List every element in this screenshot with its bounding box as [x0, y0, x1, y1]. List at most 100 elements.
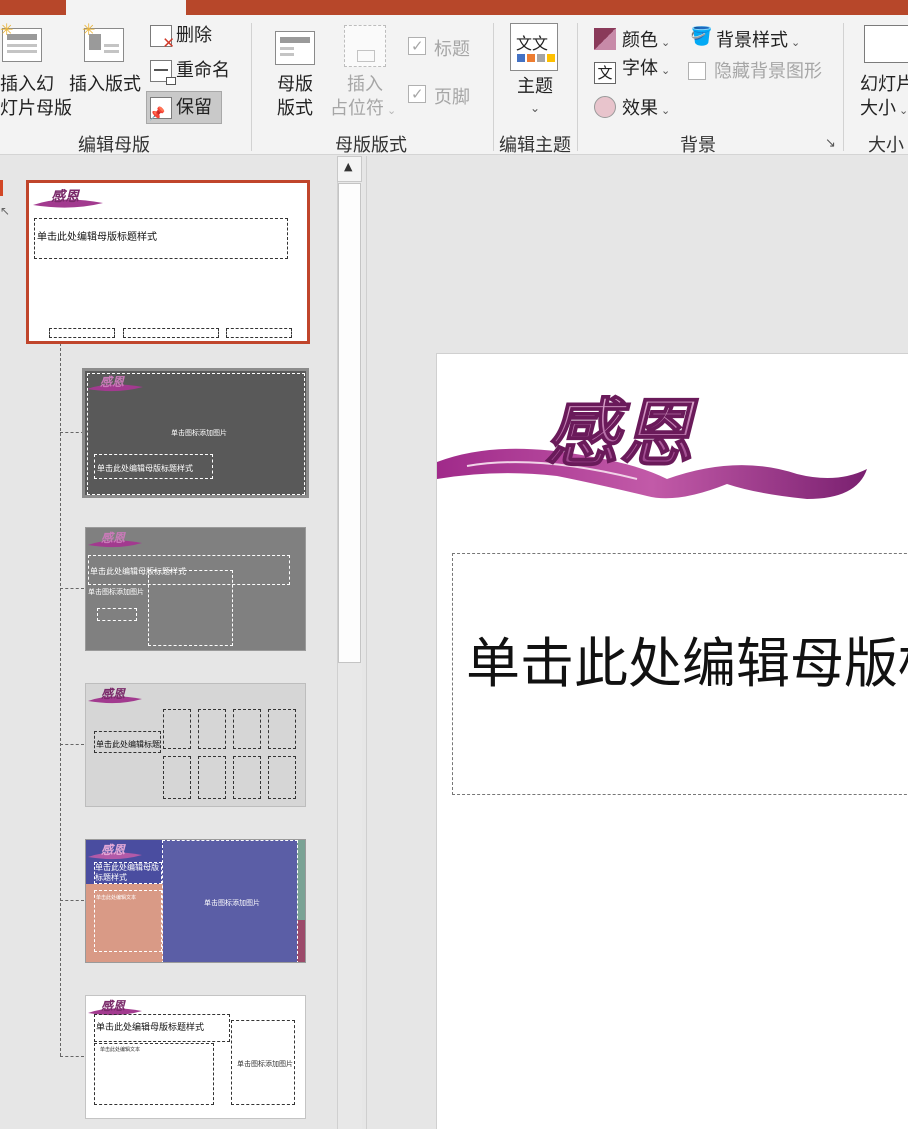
pushpin-icon: 📌: [149, 97, 172, 122]
picture-hint: 单击图标添加图片: [237, 1060, 293, 1068]
title-checkbox[interactable]: 标题: [408, 35, 470, 61]
slide-title[interactable]: 单击此处编辑母版标题样式: [466, 632, 908, 696]
fonts-icon: 文: [594, 62, 616, 84]
separator: [251, 23, 252, 151]
footer-placeholder: [123, 328, 219, 338]
title-checkbox-box[interactable]: [408, 35, 426, 57]
insert-layout-label[interactable]: 插入版式: [69, 74, 141, 96]
ribbon: ✳ 插入幻 灯片母版 ✳ 插入版式 ✕ 删除 重命名 📌 保留 编辑母版 母版 …: [0, 15, 908, 156]
themes-dropdown-chevron[interactable]: ⌄: [530, 97, 540, 119]
layout-thumbnail-2[interactable]: 感恩 单击图标添加图片 单击此处编辑母版标题样式: [82, 368, 309, 498]
effects-dropdown[interactable]: 效果 ⌄: [594, 92, 670, 122]
delete-label: 删除: [176, 25, 212, 46]
thumbnail-title: 单击此处编辑母版标题样式: [95, 863, 159, 882]
paint-bucket-icon: 🪣: [690, 26, 713, 47]
thumbnail-title: 单击此处编辑标题: [96, 740, 160, 749]
picture-placeholder: [198, 709, 226, 749]
footer-checkbox-box[interactable]: [408, 83, 426, 105]
connector-line: [60, 744, 84, 745]
footer-checkbox[interactable]: 页脚: [408, 83, 470, 109]
insert-slide-master-label-2[interactable]: 灯片母版: [0, 98, 72, 120]
connector-line: [60, 588, 84, 589]
insert-placeholder-label-1[interactable]: 插入: [347, 74, 383, 96]
tab-slide-master[interactable]: [66, 0, 186, 15]
insert-layout-icon[interactable]: ✳: [82, 20, 124, 62]
hide-background-checkbox[interactable]: 隐藏背景图形: [688, 59, 822, 83]
slide-master-thumbnail[interactable]: 感恩 单击此处编辑母版标题样式: [26, 180, 310, 344]
picture-hint: 单击图标添加图片: [204, 899, 260, 907]
selection-marker: [0, 180, 3, 196]
layout-thumbnail-5[interactable]: 感恩 单击图标添加图片 单击此处编辑母版标题样式 单击此处编辑文本: [85, 839, 306, 963]
group-label-edit-theme: 编辑主题: [499, 135, 571, 156]
master-layout-icon[interactable]: [275, 31, 315, 65]
group-label-size: 大小: [868, 135, 904, 156]
slide-number-placeholder: [226, 328, 292, 338]
title-bar-strip: [0, 0, 908, 15]
separator: [843, 23, 844, 151]
rename-button[interactable]: 重命名: [150, 56, 230, 86]
insert-slide-master-label-1[interactable]: 插入幻: [0, 74, 54, 96]
master-layout-label-1[interactable]: 母版: [277, 74, 313, 96]
layout-thumbnail-3[interactable]: 感恩 单击此处编辑母版标题样式 单击图标添加图片: [85, 527, 306, 651]
picture-placeholder: [148, 570, 233, 646]
insert-placeholder-label-2[interactable]: 占位符 ⌄: [330, 98, 396, 122]
logo-icon: 感恩: [88, 531, 142, 548]
pane-divider[interactable]: [366, 156, 367, 1129]
insert-slide-master-icon[interactable]: ✳: [0, 20, 42, 62]
hide-background-checkbox-box[interactable]: [688, 62, 706, 80]
preserve-inner[interactable]: 📌 保留: [149, 93, 212, 123]
background-styles-dropdown[interactable]: 🪣 背景样式 ⌄: [688, 24, 800, 54]
slide-size-icon[interactable]: [864, 25, 908, 63]
rename-label: 重命名: [176, 60, 230, 81]
group-label-master-layout: 母版版式: [335, 135, 407, 156]
themes-label[interactable]: 主题: [517, 76, 553, 98]
picture-placeholder: [233, 756, 261, 799]
layout-thumbnail-6[interactable]: 感恩 单击此处编辑母版标题样式 单击此处编辑文本 单击图标添加图片: [85, 995, 306, 1119]
svg-text:感恩: 感恩: [101, 999, 126, 1013]
layout-thumbnail-4[interactable]: 感恩 单击此处编辑标题: [85, 683, 306, 807]
svg-text:感恩: 感恩: [101, 843, 126, 857]
logo-graphic: 感恩: [437, 390, 867, 499]
master-layout-label-2[interactable]: 版式: [277, 98, 313, 120]
picture-placeholder: [198, 756, 226, 799]
picture-placeholder: [233, 709, 261, 749]
date-placeholder: [49, 328, 115, 338]
scroll-up-button[interactable]: ▲: [337, 156, 362, 182]
picture-placeholder: [163, 709, 191, 749]
separator: [577, 23, 578, 151]
delete-icon: ✕: [150, 25, 175, 52]
svg-text:感恩: 感恩: [101, 531, 126, 545]
scrollbar-thumb[interactable]: [338, 183, 361, 663]
themes-icon[interactable]: 文文: [510, 23, 558, 71]
picture-hint: 单击图标添加图片: [171, 429, 227, 437]
picture-placeholder: [268, 756, 296, 799]
format-background-launcher-icon[interactable]: ↘: [825, 133, 836, 155]
fonts-dropdown[interactable]: 文字体 ⌄: [594, 58, 670, 84]
thumbnail-title: 单击此处编辑母版标题样式: [37, 232, 157, 243]
slide-canvas[interactable]: 感恩 单击此处编辑母版标题样式: [436, 353, 908, 1129]
insert-placeholder-icon[interactable]: [344, 25, 386, 67]
thumbnail-title: 单击此处编辑母版标题样式: [96, 1023, 205, 1033]
triangle-up-icon: ▲: [344, 160, 353, 173]
text-hint: 单击此处编辑文本: [96, 895, 137, 901]
group-label-background: 背景: [680, 135, 716, 156]
logo-icon: 感恩: [88, 843, 142, 860]
connector-line: [60, 343, 61, 1056]
svg-text:感恩: 感恩: [101, 687, 126, 701]
text-hint: 单击此处编辑文本: [100, 1047, 141, 1053]
connector-line: [60, 432, 84, 433]
slide-size-label-1[interactable]: 幻灯片: [860, 74, 908, 96]
picture-placeholder: [163, 756, 191, 799]
slide-size-label-2[interactable]: 大小 ⌄: [860, 98, 908, 122]
title-placeholder[interactable]: 单击此处编辑母版标题样式: [452, 553, 908, 795]
colors-dropdown[interactable]: 颜色 ⌄: [594, 24, 670, 54]
pointer-icon: ↖: [0, 204, 11, 218]
preserve-label: 保留: [176, 97, 212, 118]
logo-icon: 感恩: [88, 687, 142, 704]
colors-icon: [594, 28, 616, 50]
svg-text:感恩: 感恩: [545, 391, 699, 477]
thumbnail-subtitle: 单击图标添加图片: [88, 588, 144, 596]
effects-icon: [594, 96, 616, 118]
connector-line: [60, 1056, 84, 1057]
delete-button[interactable]: ✕ 删除: [150, 21, 212, 52]
